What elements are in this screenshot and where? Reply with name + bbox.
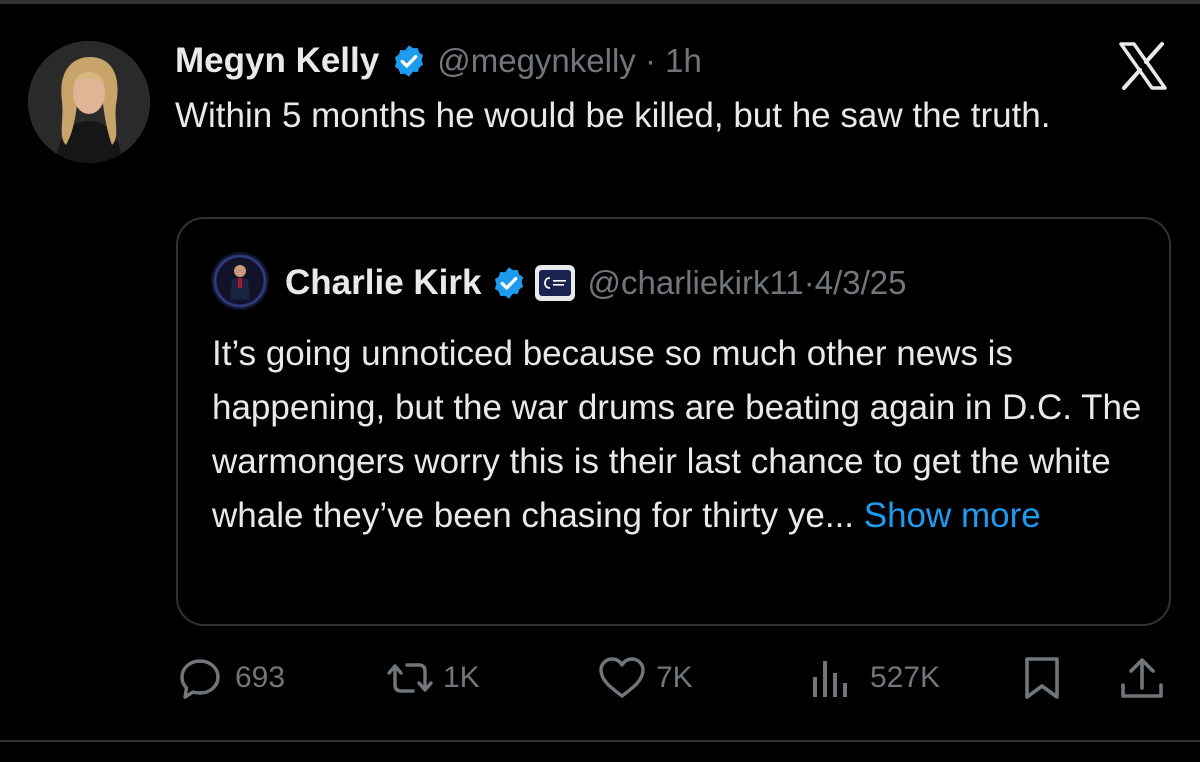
author-name[interactable]: Megyn Kelly [175,41,379,81]
bookmark-icon [1025,657,1059,699]
quoted-author-name[interactable]: Charlie Kirk [285,263,481,303]
views-button[interactable]: 527K [810,650,940,706]
action-bar: 693 1K 7K 527K [0,650,1200,706]
share-button[interactable] [1117,650,1167,706]
repost-button[interactable]: 1K [383,650,480,706]
verified-badge-icon [495,267,524,299]
tweet-header: Megyn Kelly @megynkelly · 1h [175,36,702,86]
repost-icon [387,663,433,693]
reply-icon [180,659,220,699]
quoted-author-handle[interactable]: @charliekirk11·4/3/25 [587,264,906,302]
tweet-text: Within 5 months he would be killed, but … [175,96,1051,135]
quoted-tweet-card[interactable]: Charlie Kirk @charliekirk11·4/3/25 It’s … [176,217,1171,626]
x-logo-icon[interactable] [1117,42,1169,90]
like-count: 7K [656,661,693,694]
views-icon [813,661,847,697]
quoted-author-avatar[interactable] [211,252,269,310]
reply-count: 693 [235,661,286,694]
quoted-tweet-header: Charlie Kirk @charliekirk11·4/3/25 [285,257,907,309]
verified-badge-icon [395,45,424,77]
view-count: 527K [870,661,941,694]
like-button[interactable]: 7K [596,650,693,706]
repost-count: 1K [443,661,480,694]
bottom-divider [0,740,1200,742]
author-avatar[interactable] [28,41,150,163]
reply-button[interactable]: 693 [177,650,285,706]
bookmark-button[interactable] [1022,650,1062,706]
quoted-tweet-text: It’s going unnoticed because so much oth… [212,334,1142,535]
share-icon [1121,658,1163,698]
author-handle[interactable]: @megynkelly · 1h [437,42,702,80]
show-more-link[interactable]: Show more [864,496,1041,535]
affiliation-badge-icon[interactable] [535,265,576,301]
heart-icon [599,657,645,698]
post-time: 1h [665,42,702,79]
top-divider [0,0,1200,4]
quoted-post-date: 4/3/25 [814,264,907,301]
